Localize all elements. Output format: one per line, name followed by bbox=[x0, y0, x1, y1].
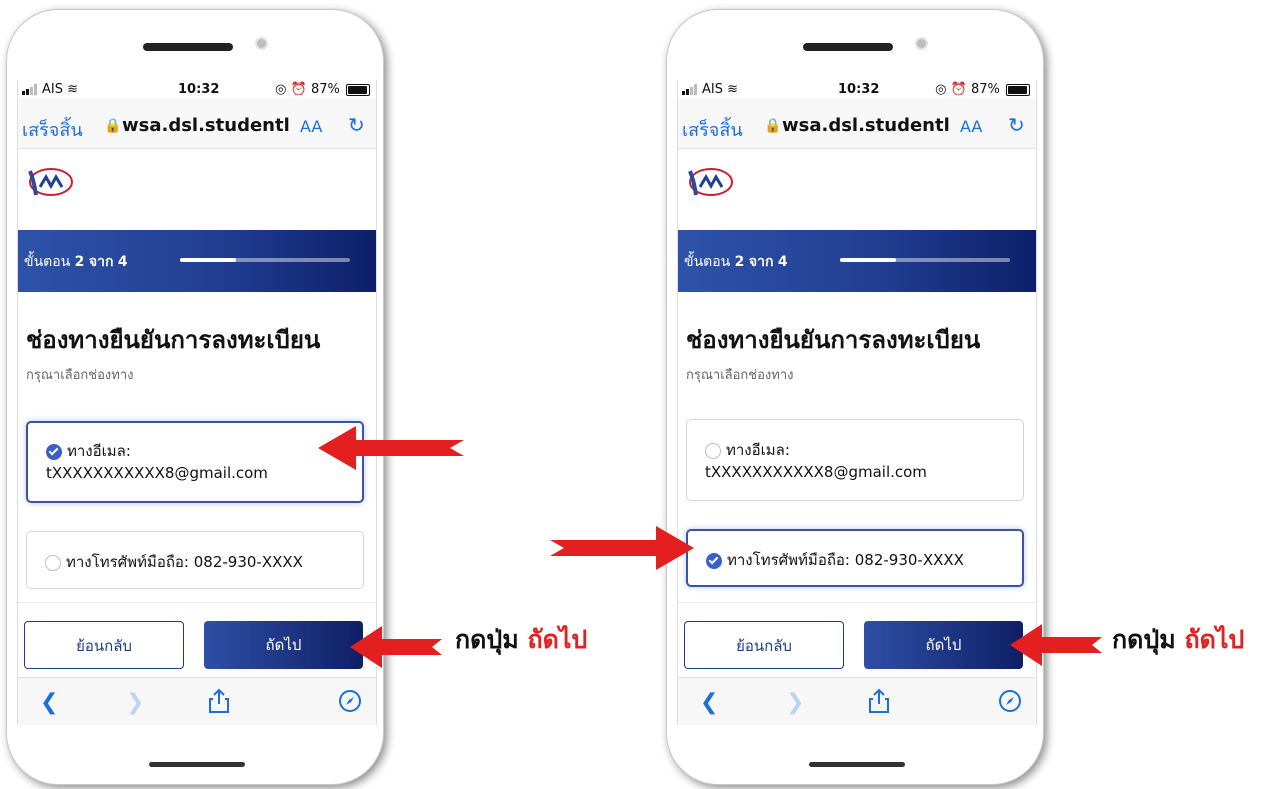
status-bar: AIS ≋ 10:32 ◎ ⏰ 87% bbox=[678, 80, 1036, 98]
page-title: ช่องทางยืนยันการลงทะเบียน bbox=[26, 326, 321, 354]
email-option-label: ทางอีเมล: bbox=[67, 442, 131, 460]
step-progress-bar bbox=[840, 258, 1010, 262]
page-subtitle: กรุณาเลือกช่องทาง bbox=[26, 368, 134, 383]
fund-logo-icon bbox=[688, 168, 733, 196]
signal-icon bbox=[22, 84, 37, 95]
front-camera bbox=[255, 37, 268, 50]
step-banner: ขั้นตอน 2 จาก 4 bbox=[678, 230, 1036, 292]
share-icon[interactable] bbox=[868, 688, 890, 714]
instruction-label-1: กดปุ่ม ถัดไป bbox=[455, 625, 588, 654]
back-button[interactable]: ย้อนกลับ bbox=[684, 621, 844, 669]
status-time: 10:32 bbox=[838, 82, 880, 97]
carrier-name: AIS bbox=[702, 82, 723, 97]
text-size-button[interactable]: AA bbox=[960, 117, 982, 136]
email-option-value: tXXXXXXXXXXX8@gmail.com bbox=[46, 464, 268, 482]
battery-icon bbox=[346, 83, 370, 96]
email-option[interactable]: ทางอีเมล: tXXXXXXXXXXX8@gmail.com bbox=[686, 419, 1024, 501]
wifi-icon: ≋ bbox=[67, 82, 79, 97]
page-subtitle: กรุณาเลือกช่องทาง bbox=[686, 368, 794, 383]
compass-icon[interactable] bbox=[998, 689, 1022, 713]
next-button[interactable]: ถัดไป bbox=[204, 621, 363, 669]
page-title: ช่องทางยืนยันการลงทะเบียน bbox=[686, 326, 981, 354]
browser-toolbar: ❮ ❯ bbox=[18, 677, 376, 725]
forward-nav-icon[interactable]: ❯ bbox=[786, 690, 804, 715]
arrow-to-email-option bbox=[318, 426, 464, 470]
arrow-to-next-button-1 bbox=[350, 626, 442, 668]
battery-percent: 87% bbox=[970, 82, 1000, 97]
email-option[interactable]: ทางอีเมล: tXXXXXXXXXXX8@gmail.com bbox=[26, 421, 364, 503]
speaker-grille bbox=[143, 43, 233, 51]
reload-icon[interactable]: ↻ bbox=[1008, 113, 1025, 137]
home-indicator bbox=[809, 762, 905, 767]
back-button[interactable]: ย้อนกลับ bbox=[24, 621, 184, 669]
battery-percent: 87% bbox=[310, 82, 340, 97]
browser-address-bar: เสร็จสิ้น 🔒 wsa.dsl.studentl AA ↻ bbox=[18, 98, 376, 149]
wifi-icon: ≋ bbox=[727, 82, 739, 97]
back-nav-icon[interactable]: ❮ bbox=[700, 690, 718, 715]
share-icon[interactable] bbox=[208, 688, 230, 714]
done-button[interactable]: เสร็จสิ้น bbox=[22, 115, 83, 144]
status-bar: AIS ≋ 10:32 ◎ ⏰ 87% bbox=[18, 80, 376, 98]
next-button[interactable]: ถัดไป bbox=[864, 621, 1023, 669]
signal-icon bbox=[682, 84, 697, 95]
speaker-grille bbox=[803, 43, 893, 51]
site-header bbox=[18, 149, 376, 209]
browser-toolbar: ❮ ❯ bbox=[678, 677, 1036, 725]
phone-screen-2: AIS ≋ 10:32 ◎ ⏰ 87% เสร็จสิ้น 🔒 wsa.dsl.… bbox=[677, 80, 1037, 725]
home-indicator bbox=[149, 762, 245, 767]
forward-nav-icon[interactable]: ❯ bbox=[126, 690, 144, 715]
url-field[interactable]: wsa.dsl.studentl bbox=[782, 115, 950, 136]
alarm-icon: ⏰ bbox=[290, 82, 307, 97]
phone-frame-2: AIS ≋ 10:32 ◎ ⏰ 87% เสร็จสิ้น 🔒 wsa.dsl.… bbox=[666, 9, 1044, 785]
url-field[interactable]: wsa.dsl.studentl bbox=[122, 115, 290, 136]
alarm-icon: ⏰ bbox=[950, 82, 967, 97]
text-size-button[interactable]: AA bbox=[300, 117, 322, 136]
back-nav-icon[interactable]: ❮ bbox=[40, 690, 58, 715]
instruction-label-2: กดปุ่ม ถัดไป bbox=[1112, 625, 1245, 654]
lock-icon: 🔒 bbox=[764, 118, 782, 134]
phone-radio[interactable] bbox=[706, 552, 722, 569]
phone-option-label: ทางโทรศัพท์มือถือ: 082-930-XXXX bbox=[66, 553, 303, 571]
location-icon: ◎ bbox=[275, 82, 287, 97]
phone-option[interactable]: ทางโทรศัพท์มือถือ: 082-930-XXXX bbox=[686, 529, 1024, 587]
email-radio[interactable] bbox=[46, 443, 62, 460]
location-icon: ◎ bbox=[935, 82, 947, 97]
compass-icon[interactable] bbox=[338, 689, 362, 713]
front-camera bbox=[915, 37, 928, 50]
site-header bbox=[678, 149, 1036, 209]
arrow-to-phone-option bbox=[550, 526, 694, 570]
phone-screen-1: AIS ≋ 10:32 ◎ ⏰ 87% เสร็จสิ้น 🔒 wsa.dsl.… bbox=[17, 80, 377, 725]
arrow-to-next-button-2 bbox=[1010, 624, 1102, 666]
step-progress-bar bbox=[180, 258, 350, 262]
email-option-label: ทางอีเมล: bbox=[726, 441, 790, 459]
battery-icon bbox=[1006, 83, 1030, 96]
status-time: 10:32 bbox=[178, 82, 220, 97]
phone-option-label: ทางโทรศัพท์มือถือ: 082-930-XXXX bbox=[727, 551, 964, 569]
step-indicator: ขั้นตอน 2 จาก 4 bbox=[24, 254, 128, 270]
step-banner: ขั้นตอน 2 จาก 4 bbox=[18, 230, 376, 292]
email-radio[interactable] bbox=[705, 442, 721, 459]
browser-address-bar: เสร็จสิ้น 🔒 wsa.dsl.studentl AA ↻ bbox=[678, 98, 1036, 149]
phone-frame-1: AIS ≋ 10:32 ◎ ⏰ 87% เสร็จสิ้น 🔒 wsa.dsl.… bbox=[6, 9, 384, 785]
fund-logo-icon bbox=[28, 168, 73, 196]
reload-icon[interactable]: ↻ bbox=[348, 113, 365, 137]
action-footer: ย้อนกลับ ถัดไป bbox=[678, 602, 1036, 677]
done-button[interactable]: เสร็จสิ้น bbox=[682, 115, 743, 144]
step-indicator: ขั้นตอน 2 จาก 4 bbox=[684, 254, 788, 270]
email-option-value: tXXXXXXXXXXX8@gmail.com bbox=[705, 463, 927, 481]
action-footer: ย้อนกลับ ถัดไป bbox=[18, 602, 376, 677]
phone-option[interactable]: ทางโทรศัพท์มือถือ: 082-930-XXXX bbox=[26, 531, 364, 589]
lock-icon: 🔒 bbox=[104, 118, 122, 134]
phone-radio[interactable] bbox=[45, 554, 61, 571]
carrier-name: AIS bbox=[42, 82, 63, 97]
